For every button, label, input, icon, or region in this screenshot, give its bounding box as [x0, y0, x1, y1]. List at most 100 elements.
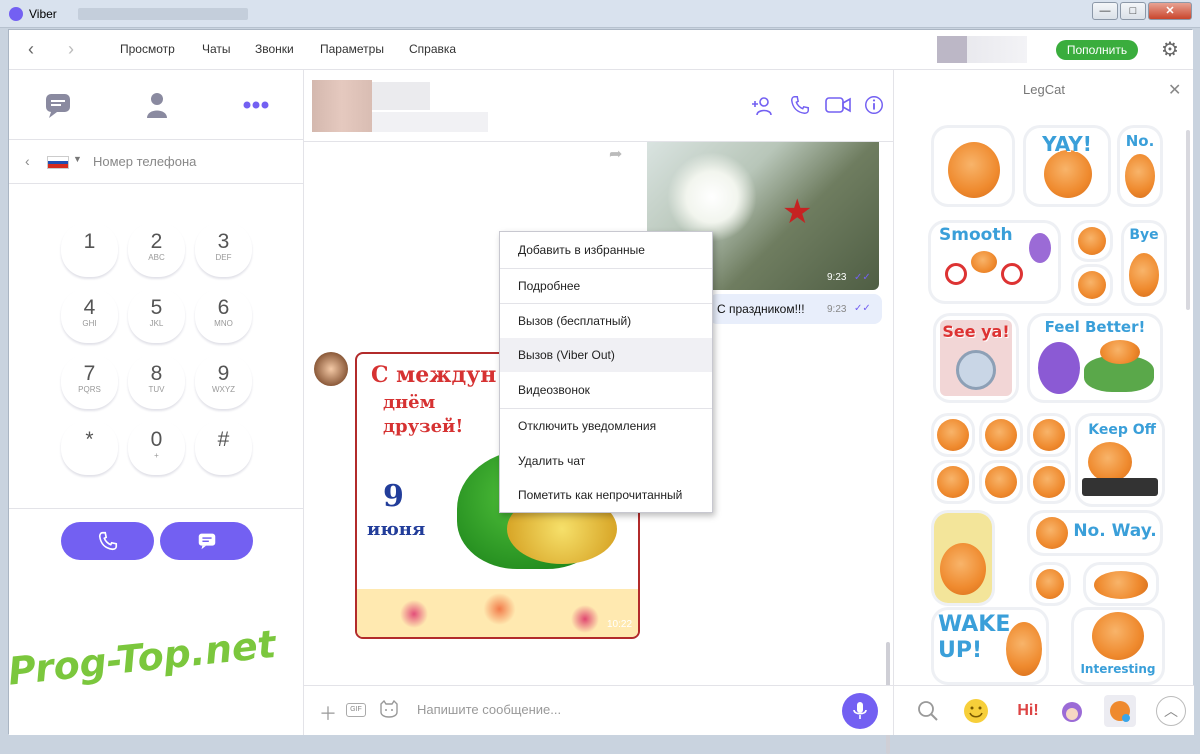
sticker[interactable]	[1086, 565, 1156, 603]
menu-item-mute[interactable]: Отключить уведомления	[500, 409, 712, 443]
viber-app: Viber — □ ✕ ‹ › Просмотр Чаты Звонки Пар…	[0, 0, 1200, 754]
dial-key-hash[interactable]: #	[195, 420, 252, 475]
sticker-no[interactable]: No.	[1120, 128, 1160, 204]
menu-item-video-call[interactable]: Видеозвонок	[500, 373, 712, 407]
sticker[interactable]	[1030, 463, 1068, 501]
dial-key-1[interactable]: 1	[61, 222, 118, 277]
chat-icon[interactable]	[43, 90, 73, 120]
sticker-feel-better[interactable]: Feel Better!	[1030, 316, 1160, 400]
menu-calls[interactable]: Звонки	[255, 42, 294, 56]
message-input[interactable]: Напишите сообщение...	[417, 702, 561, 717]
minimize-button[interactable]: —	[1092, 2, 1118, 20]
dial-key-2[interactable]: 2 ABC	[128, 222, 185, 277]
microphone-icon[interactable]	[842, 693, 878, 729]
dial-key-5[interactable]: 5 JKL	[128, 288, 185, 343]
card-text: днём	[383, 392, 436, 413]
red-star: ★	[782, 193, 813, 231]
menu-item-mark-unread[interactable]: Пометить как непрочитанный	[500, 478, 712, 512]
sticker[interactable]	[1074, 223, 1110, 259]
phone-icon[interactable]	[787, 94, 813, 118]
text-message[interactable]: С праздником!!! 9:23 ✓✓	[709, 294, 882, 324]
video-call-icon[interactable]	[825, 94, 851, 118]
sticker[interactable]	[934, 416, 972, 454]
menu-item-add-favorites[interactable]: Добавить в избранные	[500, 233, 712, 267]
sticker[interactable]	[1032, 565, 1068, 603]
sticker[interactable]	[982, 463, 1020, 501]
card-timestamp: 10:22	[607, 619, 633, 630]
photo-flowers	[667, 152, 757, 242]
menu-item-details[interactable]: Подробнее	[500, 269, 712, 303]
sticker-cat-icon[interactable]	[379, 699, 399, 723]
plus-icon[interactable]: ＋	[319, 700, 337, 726]
chevron-left-icon[interactable]: ‹	[25, 153, 30, 169]
chat-name	[372, 82, 430, 110]
maximize-button[interactable]: □	[1120, 2, 1146, 20]
close-window-button[interactable]: ✕	[1148, 2, 1192, 20]
hi-sticker-icon[interactable]: Hi!	[1012, 695, 1044, 727]
menu-help[interactable]: Справка	[409, 42, 456, 56]
legcat-icon[interactable]	[1104, 695, 1136, 727]
russia-flag-icon[interactable]	[47, 156, 69, 169]
menu-chats[interactable]: Чаты	[202, 42, 231, 56]
chevron-up-icon[interactable]: ︿	[1156, 696, 1186, 726]
blurred-title-area	[78, 8, 248, 20]
chat-status	[372, 112, 488, 132]
sticker-scrollbar[interactable]	[1186, 130, 1190, 310]
sticker[interactable]	[934, 463, 972, 501]
sticker-bye[interactable]: Bye	[1124, 223, 1164, 303]
viber-logo-icon	[9, 7, 23, 21]
dial-key-star[interactable]: *	[61, 420, 118, 475]
menu-item-free-call[interactable]: Вызов (бесплатный)	[500, 304, 712, 338]
title-bar: Viber — □ ✕	[0, 0, 1200, 28]
sticker-keep-off[interactable]: Keep Off	[1078, 416, 1162, 504]
sticker[interactable]	[1030, 416, 1068, 454]
menu-item-delete-chat[interactable]: Удалить чат	[500, 444, 712, 478]
dial-key-6[interactable]: 6 MNO	[195, 288, 252, 343]
sticker-smooth[interactable]: Smooth	[931, 223, 1058, 301]
message-button[interactable]	[160, 522, 253, 560]
dial-key-7[interactable]: 7 PQRS	[61, 354, 118, 409]
smiley-icon[interactable]	[960, 695, 992, 727]
dial-key-9[interactable]: 9 WXYZ	[195, 354, 252, 409]
card-month: июня	[367, 519, 426, 540]
read-ticks-icon: ✓✓	[854, 272, 871, 283]
sticker[interactable]	[982, 416, 1020, 454]
gear-icon[interactable]: ⚙	[1159, 39, 1181, 61]
account-avatar[interactable]	[937, 36, 1027, 63]
sticker-bottom-bar: Hi! ︿	[894, 685, 1194, 735]
sticker-yay[interactable]: YAY!	[1026, 128, 1108, 204]
close-icon[interactable]: ✕	[1168, 80, 1181, 100]
sticker-no-way[interactable]: No. Way.	[1030, 513, 1160, 553]
chevron-right-icon[interactable]: ›	[61, 40, 81, 60]
purple-character-icon[interactable]	[1056, 695, 1088, 727]
call-button[interactable]	[61, 522, 154, 560]
dial-key-0[interactable]: 0 +	[128, 420, 185, 475]
dial-key-3[interactable]: 3 DEF	[195, 222, 252, 277]
info-icon[interactable]	[861, 94, 887, 118]
sticker-see-ya[interactable]: See ya!	[936, 316, 1016, 400]
sender-avatar[interactable]	[314, 352, 348, 386]
phone-number-input[interactable]: Номер телефона	[93, 154, 196, 169]
dial-key-8[interactable]: 8 TUV	[128, 354, 185, 409]
photo-timestamp: 9:23	[827, 272, 847, 283]
chevron-left-icon[interactable]: ‹	[21, 40, 41, 60]
menu-item-viber-out-call[interactable]: Вызов (Viber Out)	[500, 338, 712, 372]
sticker[interactable]	[934, 513, 992, 603]
dial-key-4[interactable]: 4 GHI	[61, 288, 118, 343]
sticker[interactable]	[934, 128, 1012, 204]
sticker[interactable]	[1074, 267, 1110, 303]
caret-down-icon[interactable]: ▼	[73, 154, 82, 164]
sticker-pack-title: LegCat	[1023, 82, 1065, 97]
topup-button[interactable]: Пополнить	[1056, 40, 1138, 60]
add-participant-icon[interactable]	[749, 94, 775, 118]
chat-avatar[interactable]	[312, 80, 372, 132]
search-icon[interactable]	[912, 695, 944, 727]
contacts-icon[interactable]	[142, 90, 172, 120]
more-icon[interactable]	[241, 90, 271, 120]
sticker-interesting[interactable]: Interesting	[1074, 610, 1162, 682]
menu-view[interactable]: Просмотр	[120, 42, 175, 56]
menu-settings[interactable]: Параметры	[320, 42, 384, 56]
sticker-wake-up[interactable]: WAKE UP!	[934, 610, 1046, 682]
forward-icon[interactable]: ➦	[609, 144, 622, 164]
gif-icon[interactable]: GIF	[346, 703, 366, 717]
